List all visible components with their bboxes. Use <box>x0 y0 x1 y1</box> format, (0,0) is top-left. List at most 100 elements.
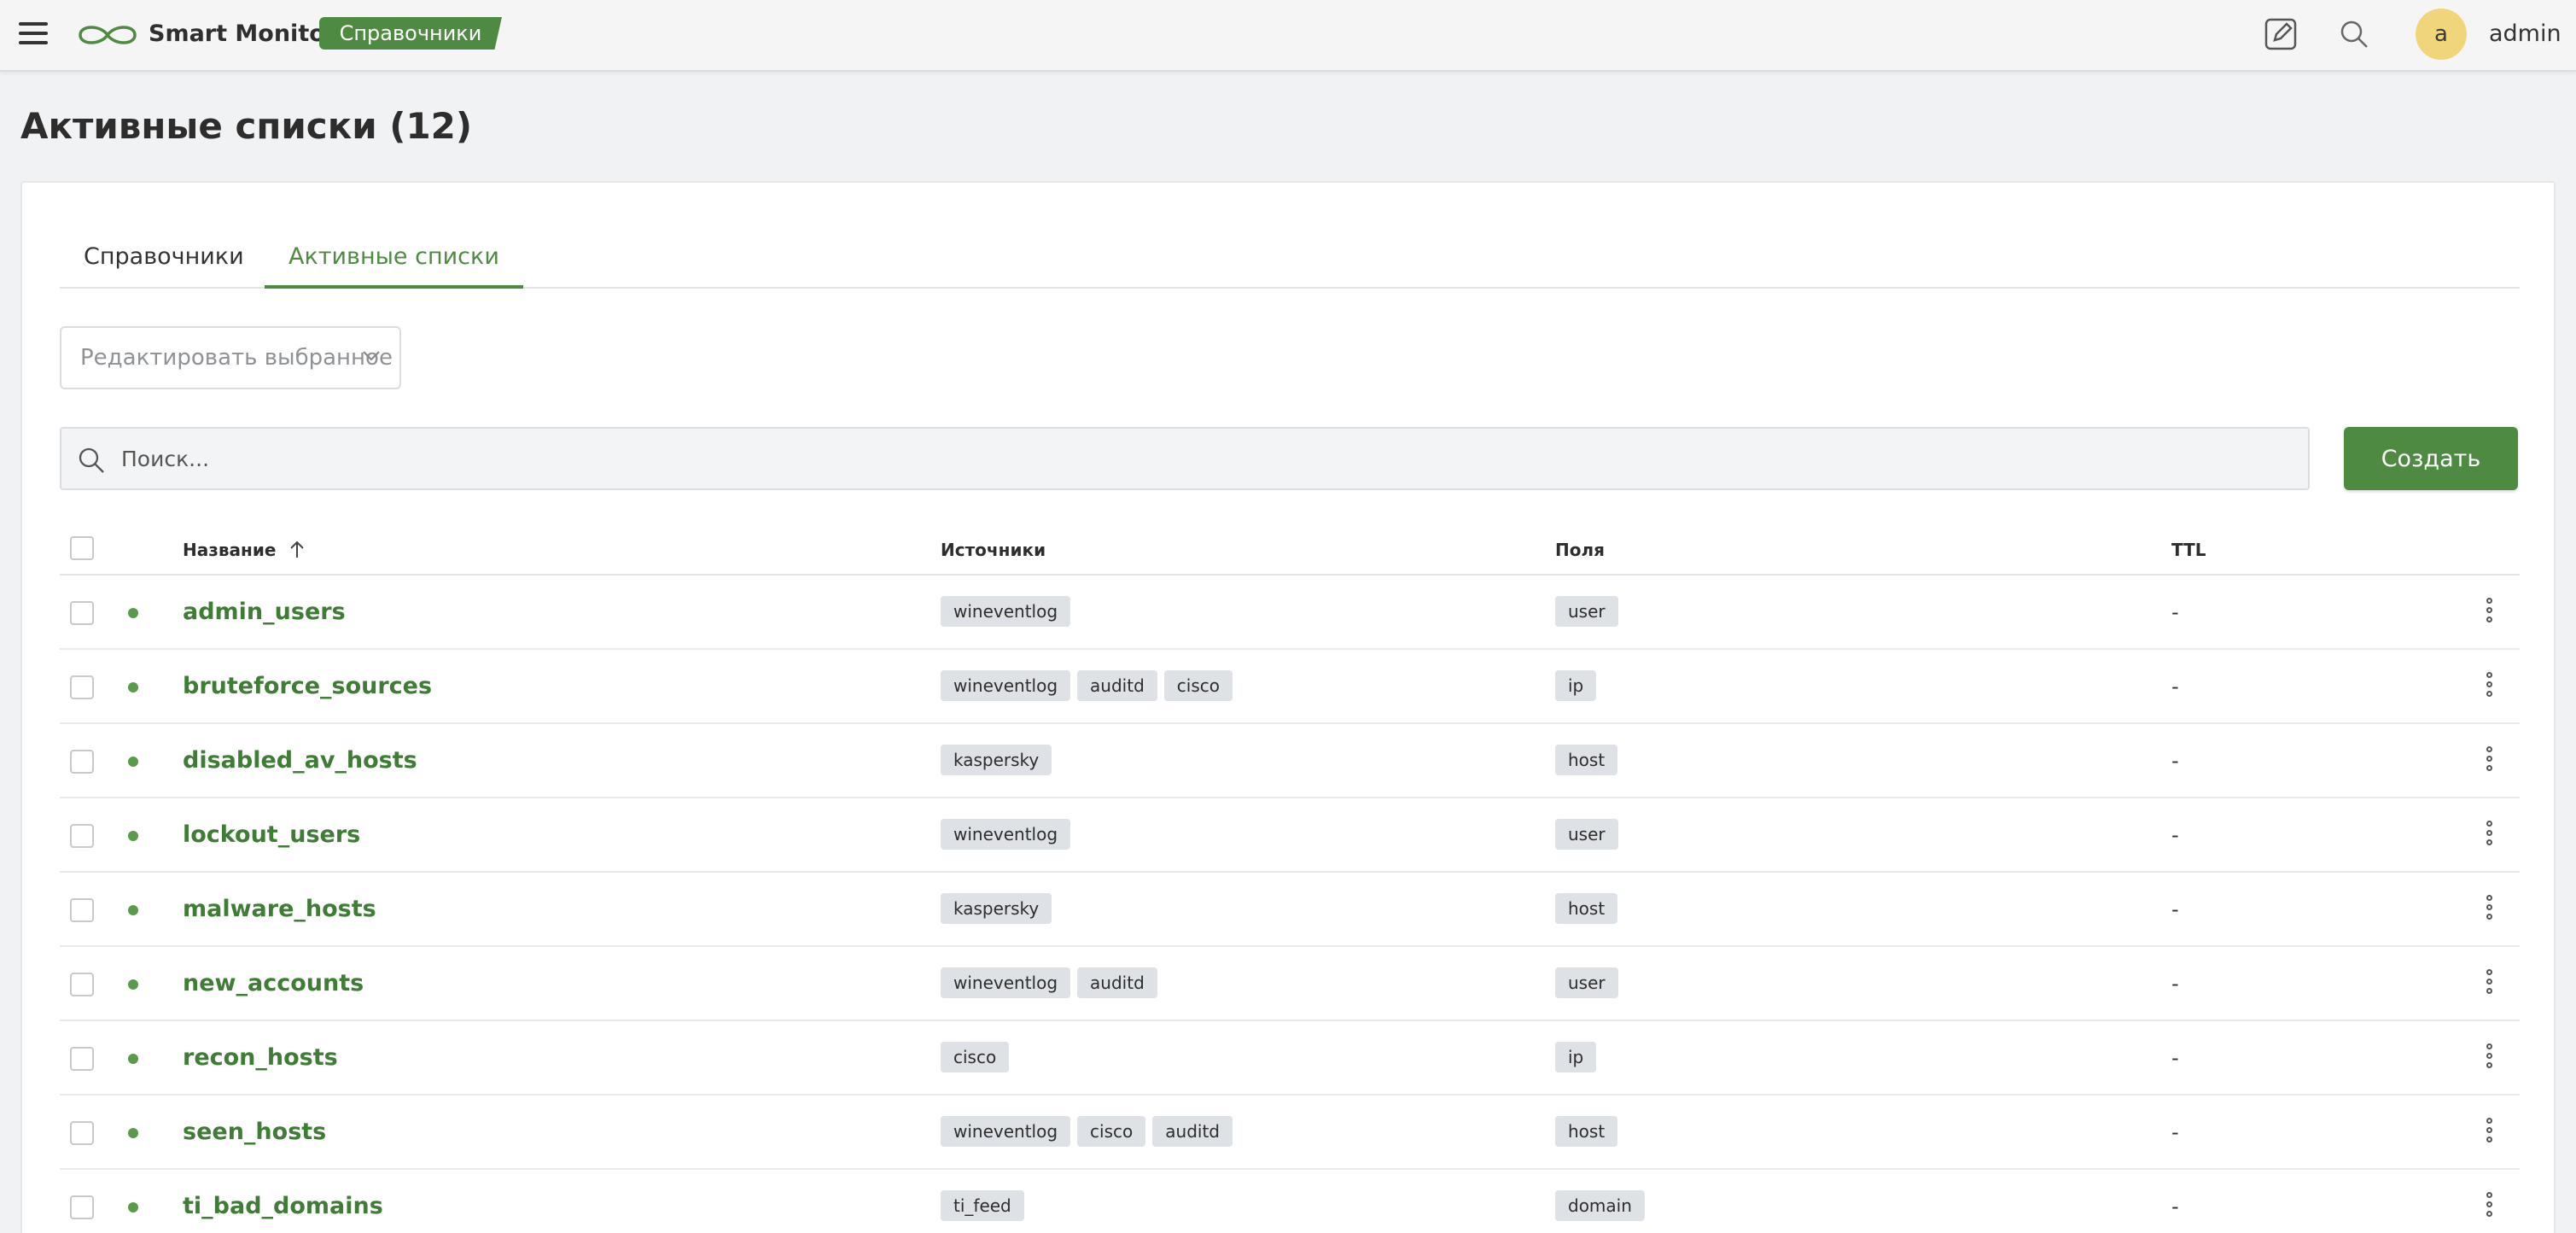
status-dot <box>128 1054 138 1064</box>
list-name-link[interactable]: new_accounts <box>183 969 364 998</box>
bulk-edit-dropdown[interactable]: Редактировать выбранное <box>60 326 401 389</box>
row-checkbox[interactable] <box>70 824 94 848</box>
field-tag: host <box>1555 1116 1618 1147</box>
sources-tags: kaspersky <box>941 745 1052 775</box>
column-header-sources[interactable]: Источники <box>941 540 1046 560</box>
ttl-value: - <box>2171 1046 2179 1070</box>
page-title: Активные списки (12) <box>20 105 473 147</box>
sources-tags: wineventlog auditd cisco <box>941 670 1233 701</box>
more-actions-icon[interactable] <box>2482 969 2496 1000</box>
source-tag: auditd <box>1152 1116 1233 1147</box>
search-field <box>60 427 2310 490</box>
sources-tags: cisco <box>941 1042 1010 1072</box>
table-row[interactable]: admin_users wineventlog user - <box>60 576 2520 650</box>
row-checkbox[interactable] <box>70 750 94 774</box>
source-tag: kaspersky <box>941 745 1052 775</box>
table-row[interactable]: disabled_av_hosts kaspersky host - <box>60 724 2520 798</box>
section-badge[interactable]: Справочники <box>319 17 502 50</box>
row-checkbox[interactable] <box>70 1047 94 1071</box>
more-actions-icon[interactable] <box>2482 746 2496 777</box>
ttl-value: - <box>2171 897 2179 921</box>
source-tag: cisco <box>1077 1116 1146 1147</box>
table-header: Название Источники Поля TTL <box>60 524 2520 576</box>
fields-tags: user <box>1555 967 1618 998</box>
status-dot <box>128 1128 138 1138</box>
more-actions-icon[interactable] <box>2482 672 2496 703</box>
top-bar: Smart Monitor Справочники a admin <box>0 0 2576 72</box>
sources-tags: wineventlog <box>941 596 1071 627</box>
list-name-link[interactable]: admin_users <box>183 598 346 627</box>
fields-tags: host <box>1555 745 1618 775</box>
more-actions-icon[interactable] <box>2482 1043 2496 1074</box>
status-dot <box>128 1202 138 1213</box>
column-header-name[interactable]: Название <box>183 540 306 560</box>
row-checkbox[interactable] <box>70 1121 94 1145</box>
more-actions-icon[interactable] <box>2482 895 2496 926</box>
list-name-link[interactable]: seen_hosts <box>183 1118 326 1147</box>
column-header-ttl[interactable]: TTL <box>2171 540 2206 560</box>
select-all-checkbox[interactable] <box>70 536 94 560</box>
user-avatar[interactable]: a <box>2416 9 2467 60</box>
sources-tags: kaspersky <box>941 893 1052 924</box>
list-name-link[interactable]: lockout_users <box>183 821 360 850</box>
field-tag: host <box>1555 893 1618 924</box>
table-row[interactable]: malware_hosts kaspersky host - <box>60 873 2520 947</box>
source-tag: ti_feed <box>941 1190 1024 1221</box>
search-icon <box>79 447 104 473</box>
column-header-fields[interactable]: Поля <box>1555 540 1605 560</box>
fields-tags: host <box>1555 893 1618 924</box>
field-tag: domain <box>1555 1190 1645 1221</box>
status-dot <box>128 682 138 692</box>
table-row[interactable]: new_accounts wineventlog auditd user - <box>60 947 2520 1021</box>
column-header-name-label: Название <box>183 540 277 560</box>
field-tag: host <box>1555 745 1618 775</box>
list-name-link[interactable]: ti_bad_domains <box>183 1192 383 1221</box>
fields-tags: host <box>1555 1116 1618 1147</box>
source-tag: wineventlog <box>941 670 1071 701</box>
content-card: Справочники Активные списки Редактироват… <box>20 181 2556 1233</box>
more-actions-icon[interactable] <box>2482 821 2496 851</box>
username[interactable]: admin <box>2489 19 2561 50</box>
list-name-link[interactable]: malware_hosts <box>183 895 376 924</box>
fields-tags: domain <box>1555 1190 1645 1221</box>
status-dot <box>128 979 138 990</box>
create-button[interactable]: Создать <box>2344 427 2518 490</box>
source-tag: auditd <box>1077 670 1157 701</box>
source-tag: wineventlog <box>941 596 1071 627</box>
table-row[interactable]: seen_hosts wineventlog cisco auditd host - <box>60 1096 2520 1170</box>
row-checkbox[interactable] <box>70 1195 94 1219</box>
ttl-value: - <box>2171 1120 2179 1144</box>
row-checkbox[interactable] <box>70 973 94 996</box>
list-name-link[interactable]: disabled_av_hosts <box>183 746 417 775</box>
status-dot <box>128 905 138 915</box>
infinity-logo-icon <box>79 26 137 44</box>
search-icon[interactable] <box>2339 19 2369 50</box>
list-name-link[interactable]: bruteforce_sources <box>183 672 432 701</box>
list-name-link[interactable]: recon_hosts <box>183 1043 338 1072</box>
source-tag: wineventlog <box>941 819 1071 850</box>
more-actions-icon[interactable] <box>2482 1192 2496 1223</box>
row-checkbox[interactable] <box>70 898 94 922</box>
table-row[interactable]: bruteforce_sources wineventlog auditd cisco… <box>60 650 2520 724</box>
more-actions-icon[interactable] <box>2482 1118 2496 1148</box>
source-tag: wineventlog <box>941 1116 1071 1147</box>
row-checkbox[interactable] <box>70 601 94 625</box>
sort-ascending-icon <box>290 541 305 558</box>
tab-active-lists[interactable]: Активные списки <box>265 227 523 289</box>
hamburger-menu-icon[interactable] <box>19 22 48 48</box>
bulk-edit-label: Редактировать выбранное <box>80 345 393 371</box>
ttl-value: - <box>2171 675 2179 698</box>
source-tag: wineventlog <box>941 967 1071 998</box>
table-row[interactable]: recon_hosts cisco ip - <box>60 1021 2520 1096</box>
row-checkbox[interactable] <box>70 675 94 699</box>
table-row[interactable]: ti_bad_domains ti_feed domain - <box>60 1170 2520 1233</box>
source-tag: cisco <box>941 1042 1010 1072</box>
fields-tags: user <box>1555 596 1618 627</box>
more-actions-icon[interactable] <box>2482 598 2496 628</box>
tab-reference-books[interactable]: Справочники <box>60 227 268 289</box>
ttl-value: - <box>2171 1195 2179 1218</box>
edit-note-icon[interactable] <box>2264 17 2298 51</box>
search-input[interactable] <box>121 429 2289 488</box>
table-row[interactable]: lockout_users wineventlog user - <box>60 798 2520 873</box>
ttl-value: - <box>2171 972 2179 996</box>
